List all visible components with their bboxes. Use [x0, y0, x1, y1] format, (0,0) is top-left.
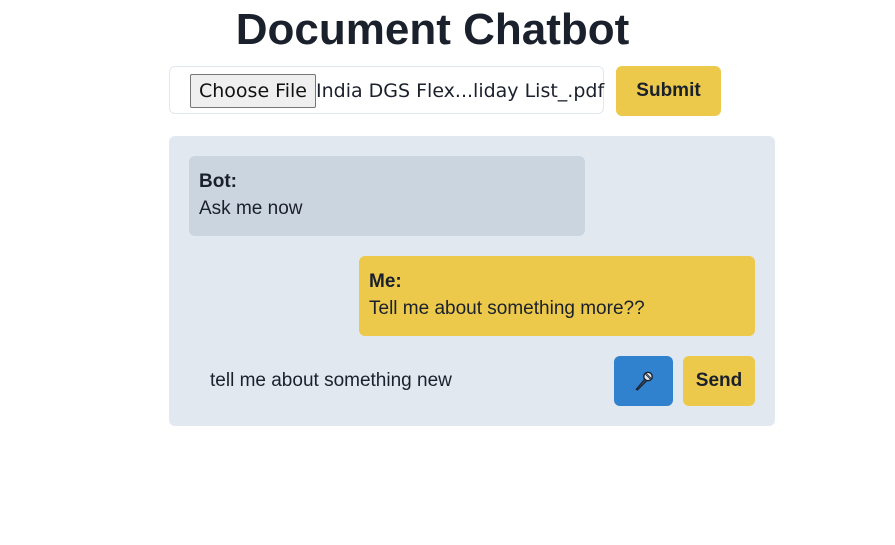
selected-file-name: India DGS Flex...liday List_.pdf — [316, 80, 605, 102]
message-sender: Me: — [369, 271, 402, 292]
upload-form: Choose File India DGS Flex...liday List_… — [169, 66, 721, 116]
page-title: Document Chatbot — [235, 5, 630, 54]
chat-panel: Bot: Ask me now Me: Tell me about someth… — [169, 136, 775, 426]
message-text: Tell me about something more?? — [369, 298, 645, 319]
message-text: Ask me now — [199, 198, 303, 219]
bot-message: Bot: Ask me now — [189, 156, 585, 236]
file-input[interactable]: Choose File India DGS Flex...liday List_… — [169, 66, 604, 114]
choose-file-button[interactable]: Choose File — [190, 74, 316, 108]
microphone-button[interactable] — [614, 356, 673, 406]
send-button[interactable]: Send — [683, 356, 755, 406]
user-message: Me: Tell me about something more?? — [359, 256, 755, 336]
chat-input[interactable] — [189, 356, 599, 406]
submit-button[interactable]: Submit — [616, 66, 721, 116]
message-sender: Bot: — [199, 171, 237, 192]
microphone-icon — [632, 369, 656, 393]
page: Document Chatbot Choose File India DGS F… — [0, 0, 895, 545]
